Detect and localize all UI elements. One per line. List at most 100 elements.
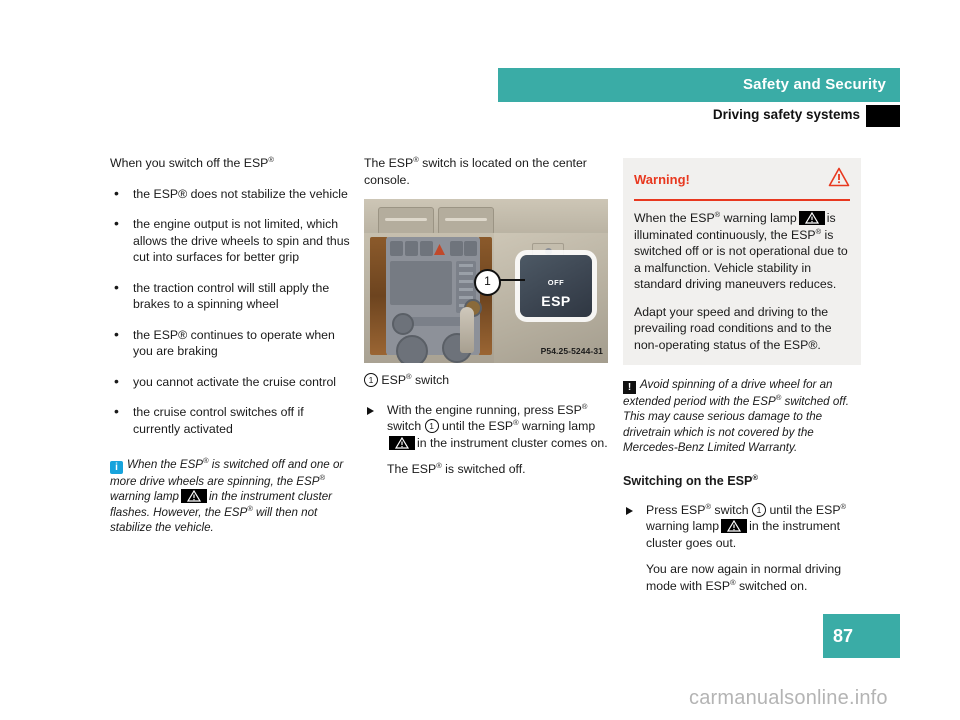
warning-box: Warning! When the ESP® warning lamp is il… bbox=[623, 158, 861, 365]
caution-icon: ! bbox=[623, 381, 636, 394]
step-callout-number: 1 bbox=[424, 419, 439, 433]
console-button bbox=[420, 241, 433, 256]
section-heading-switching-on: Switching on the ESP® bbox=[623, 473, 861, 490]
page-number-box: 87 bbox=[823, 614, 900, 658]
switch-on-steps: Press ESP® switch 1 until the ESP® warni… bbox=[623, 502, 861, 552]
warn-text-2: warning lamp bbox=[720, 211, 797, 225]
subsection-title: Driving safety systems bbox=[712, 107, 860, 122]
switch-on-result: You are now again in normal driving mode… bbox=[646, 561, 861, 594]
note-text-1: When the ESP bbox=[127, 458, 204, 471]
result-text-2: is switched off. bbox=[441, 462, 526, 476]
bullet-text: the cruise control switches off if curre… bbox=[133, 405, 304, 436]
step-text-1: With the engine running, press ESP bbox=[387, 402, 582, 417]
air-vent-left bbox=[378, 207, 434, 235]
left-column: When you switch off the ESP® the ESP® do… bbox=[110, 155, 350, 546]
list-item: the cruise control switches off if curre… bbox=[110, 403, 350, 437]
caption-text-2: switch bbox=[411, 373, 450, 387]
center-console-figure: OFF ESP 1 P54.25-5244-31 bbox=[364, 199, 608, 363]
step-text-5: in the instrument cluster comes on. bbox=[417, 435, 608, 450]
console-button bbox=[390, 241, 403, 256]
bullet-text: you cannot activate the cruise control bbox=[133, 374, 337, 389]
climate-knob-left bbox=[396, 335, 428, 363]
console-button bbox=[464, 241, 477, 256]
bullet-text: the ESP® continues to operate when you a… bbox=[133, 327, 335, 359]
console-button bbox=[405, 241, 418, 256]
caption-callout-number: 1 bbox=[364, 373, 378, 387]
head-unit-display bbox=[390, 261, 452, 305]
warning-paragraph-2: Adapt your speed and driving to the prev… bbox=[634, 304, 832, 352]
list-item: the ESP® does not stabilize the vehicle bbox=[110, 185, 350, 203]
note-text-3: warning lamp bbox=[110, 490, 179, 504]
registered-mark: ® bbox=[840, 501, 847, 511]
watermark: carmanualsonline.info bbox=[689, 687, 888, 709]
registered-mark: ® bbox=[752, 473, 758, 482]
callout-leader-line bbox=[497, 279, 525, 281]
bullet-text: the engine output is not limited, which … bbox=[133, 217, 350, 264]
esp-button-esp-label: ESP bbox=[541, 292, 571, 309]
list-item: the engine output is not limited, which … bbox=[110, 215, 350, 266]
step-text-3: until the ESP bbox=[442, 419, 514, 433]
warning-triangle-icon bbox=[828, 167, 850, 192]
left-intro: When you switch off the ESP® bbox=[110, 155, 350, 172]
figure-wrapper: OFF ESP 1 P54.25-5244-31 bbox=[364, 199, 608, 363]
list-item: With the engine running, press ESP® swit… bbox=[364, 402, 608, 452]
esp-warning-lamp-icon bbox=[798, 211, 825, 225]
warning-box-header: Warning! bbox=[634, 167, 850, 199]
registered-mark: ® bbox=[581, 401, 588, 411]
section-header-bar: Safety and Security bbox=[498, 68, 900, 102]
step-text-1: Press ESP bbox=[646, 502, 706, 517]
bullet-text: the ESP® does not stabilize the vehicle bbox=[133, 186, 348, 201]
mid-intro-1: The ESP bbox=[364, 156, 414, 170]
console-knob bbox=[392, 313, 414, 335]
hazard-light-icon bbox=[434, 244, 445, 255]
page-number: 87 bbox=[833, 626, 854, 646]
info-icon: i bbox=[110, 461, 123, 474]
registered-mark: ® bbox=[268, 154, 274, 164]
caption-text-1: ESP bbox=[381, 373, 407, 387]
step-text-3: until the ESP bbox=[769, 502, 841, 517]
info-note: i When the ESP® is switched off and one o… bbox=[110, 457, 350, 535]
esp-off-effects-list: the ESP® does not stabilize the vehicle … bbox=[110, 185, 350, 438]
esp-button-off-label: OFF bbox=[547, 278, 565, 287]
air-vent-right bbox=[438, 207, 494, 235]
callout-marker-1: 1 bbox=[474, 269, 501, 296]
caution-note: ! Avoid spinning of a drive wheel for an … bbox=[623, 377, 861, 455]
chapter-marker-block bbox=[866, 105, 900, 127]
switch-off-steps: With the engine running, press ESP® swit… bbox=[364, 402, 608, 452]
result-text-2: switched on. bbox=[735, 578, 808, 593]
warning-divider bbox=[634, 199, 850, 201]
step-text-4: warning lamp bbox=[646, 519, 720, 534]
list-item: you cannot activate the cruise control bbox=[110, 373, 350, 391]
step-text-2: switch bbox=[387, 419, 422, 433]
console-button bbox=[450, 241, 463, 256]
step-text-2: switch bbox=[711, 502, 749, 517]
mid-intro: The ESP® switch is located on the center… bbox=[364, 155, 608, 188]
step-callout-number: 1 bbox=[752, 502, 767, 517]
figure-caption: 1 ESP® switch bbox=[364, 372, 608, 389]
registered-mark: ® bbox=[319, 473, 325, 483]
bullet-text: the traction control will still apply th… bbox=[133, 280, 330, 312]
cd-slot bbox=[408, 317, 468, 326]
step-text-4: warning lamp bbox=[518, 419, 596, 433]
middle-column: The ESP® switch is located on the center… bbox=[364, 155, 608, 488]
right-column: ! Avoid spinning of a drive wheel for an … bbox=[623, 363, 861, 604]
esp-warning-lamp-icon bbox=[721, 519, 748, 534]
esp-warning-lamp-icon bbox=[389, 435, 415, 450]
esp-switch-button: OFF ESP bbox=[520, 255, 592, 317]
warning-title: Warning! bbox=[634, 172, 690, 187]
warning-paragraph-1: When the ESP® warning lamp is illuminated… bbox=[634, 210, 850, 293]
left-intro-text: When you switch off the ESP bbox=[110, 156, 269, 170]
wood-trim-right bbox=[478, 237, 492, 355]
esp-warning-lamp-icon bbox=[180, 489, 207, 504]
figure-image-id: P54.25-5244-31 bbox=[540, 345, 603, 356]
list-item: the ESP® continues to operate when you a… bbox=[110, 326, 350, 360]
gear-selector bbox=[460, 307, 474, 353]
list-item: the traction control will still apply th… bbox=[110, 279, 350, 313]
section-heading-text: Switching on the ESP bbox=[623, 474, 753, 489]
warn-text-1: When the ESP bbox=[634, 211, 715, 225]
section-title: Safety and Security bbox=[742, 76, 886, 93]
switch-off-result: The ESP® is switched off. bbox=[387, 461, 608, 478]
list-item: Press ESP® switch 1 until the ESP® warni… bbox=[623, 502, 861, 552]
console-button-row bbox=[390, 241, 477, 257]
result-text-1: The ESP bbox=[387, 462, 437, 476]
